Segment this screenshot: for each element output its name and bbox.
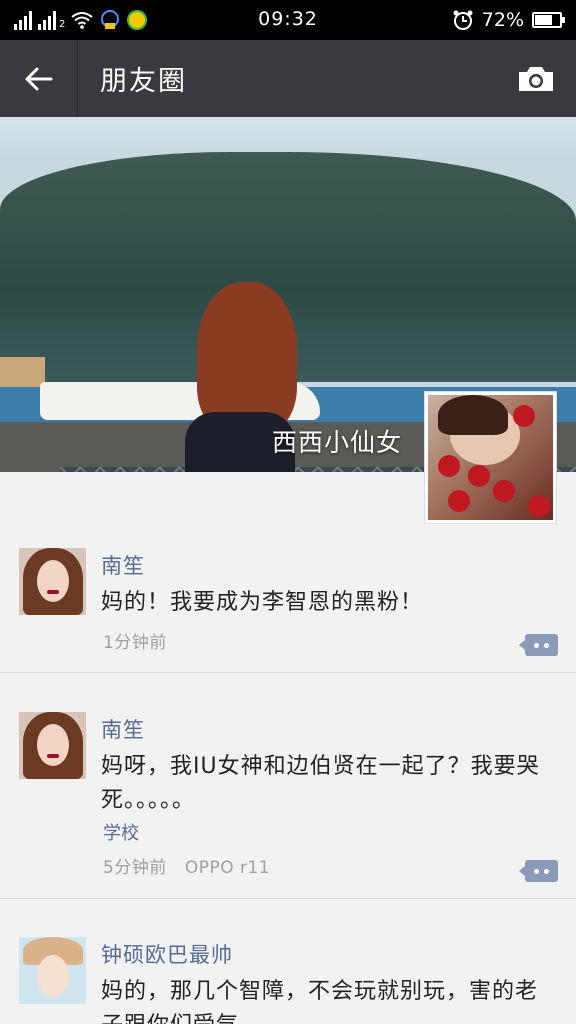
status-right: 72%: [452, 9, 565, 31]
rose-decoration: [528, 495, 550, 517]
rose-decoration: [438, 455, 460, 477]
post-meta: 1分钟前: [103, 628, 167, 653]
battery-icon: [532, 12, 565, 28]
author-avatar[interactable]: [19, 548, 86, 615]
battery-percentage: 72%: [481, 9, 524, 31]
comment-button[interactable]: [519, 634, 558, 656]
camera-button[interactable]: [496, 40, 576, 117]
battery-fill: [535, 15, 553, 25]
rose-decoration: [493, 480, 515, 502]
post-location[interactable]: 学校: [103, 819, 139, 845]
moment-post: 南笙 妈的！我要成为李智恩的黑粉！ 1分钟前: [0, 524, 576, 673]
author-name[interactable]: 钟硕欧巴最帅: [101, 939, 233, 969]
comment-button[interactable]: [519, 860, 558, 882]
wifi-icon: [71, 12, 93, 29]
moment-post: 钟硕欧巴最帅 妈的，那几个智障，不会玩就别玩，害的老子跟你们受气: [0, 899, 576, 1024]
chat-notification-icon: [101, 10, 120, 29]
post-device: OPPO r11: [184, 858, 271, 878]
rose-decoration: [448, 490, 470, 512]
avatar-hair: [438, 395, 508, 435]
moment-post: 南笙 妈呀，我IU女神和边伯贤在一起了？我要哭死。。。。。 学校 5分钟前 OPP…: [0, 673, 576, 899]
profile-avatar[interactable]: [424, 391, 557, 524]
status-bar: 2 09:32 72%: [0, 0, 576, 40]
rose-decoration: [513, 405, 535, 427]
post-meta: 5分钟前 OPPO r11: [103, 853, 270, 878]
page-title: 朋友圈: [100, 66, 187, 97]
author-name[interactable]: 南笙: [101, 550, 145, 580]
author-name[interactable]: 南笙: [101, 714, 145, 744]
post-content: 妈的！我要成为李智恩的黑粉！: [101, 590, 424, 615]
signal-icon-sim2: 2: [38, 10, 65, 30]
back-button[interactable]: [0, 40, 78, 117]
status-left: 2: [14, 9, 148, 31]
profile-name[interactable]: 西西小仙女: [272, 423, 402, 459]
moments-feed: 南笙 妈的！我要成为李智恩的黑粉！ 1分钟前 南笙 妈呀，我IU女神和边伯贤在一…: [0, 524, 576, 1024]
back-arrow-icon: [25, 67, 52, 90]
app-notification-icon: [127, 10, 148, 30]
post-time: 5分钟前: [103, 858, 167, 878]
post-time: 1分钟前: [103, 633, 167, 653]
profile-avatar-image: [428, 395, 553, 520]
signal-icon-sim1: [14, 10, 32, 30]
post-content: 妈的，那几个智障，不会玩就别玩，害的老子跟你们受气: [101, 979, 539, 1024]
camera-icon: [519, 66, 553, 91]
author-avatar[interactable]: [19, 712, 86, 779]
cover-figure-hair: [197, 282, 297, 432]
rose-decoration: [468, 465, 490, 487]
post-content: 妈呀，我IU女神和边伯贤在一起了？我要哭死。。。。。: [101, 754, 540, 813]
author-avatar[interactable]: [19, 937, 86, 1004]
sim-slot-label: 2: [59, 19, 66, 30]
alarm-icon: [453, 10, 473, 30]
title-bar: 朋友圈: [0, 40, 576, 117]
